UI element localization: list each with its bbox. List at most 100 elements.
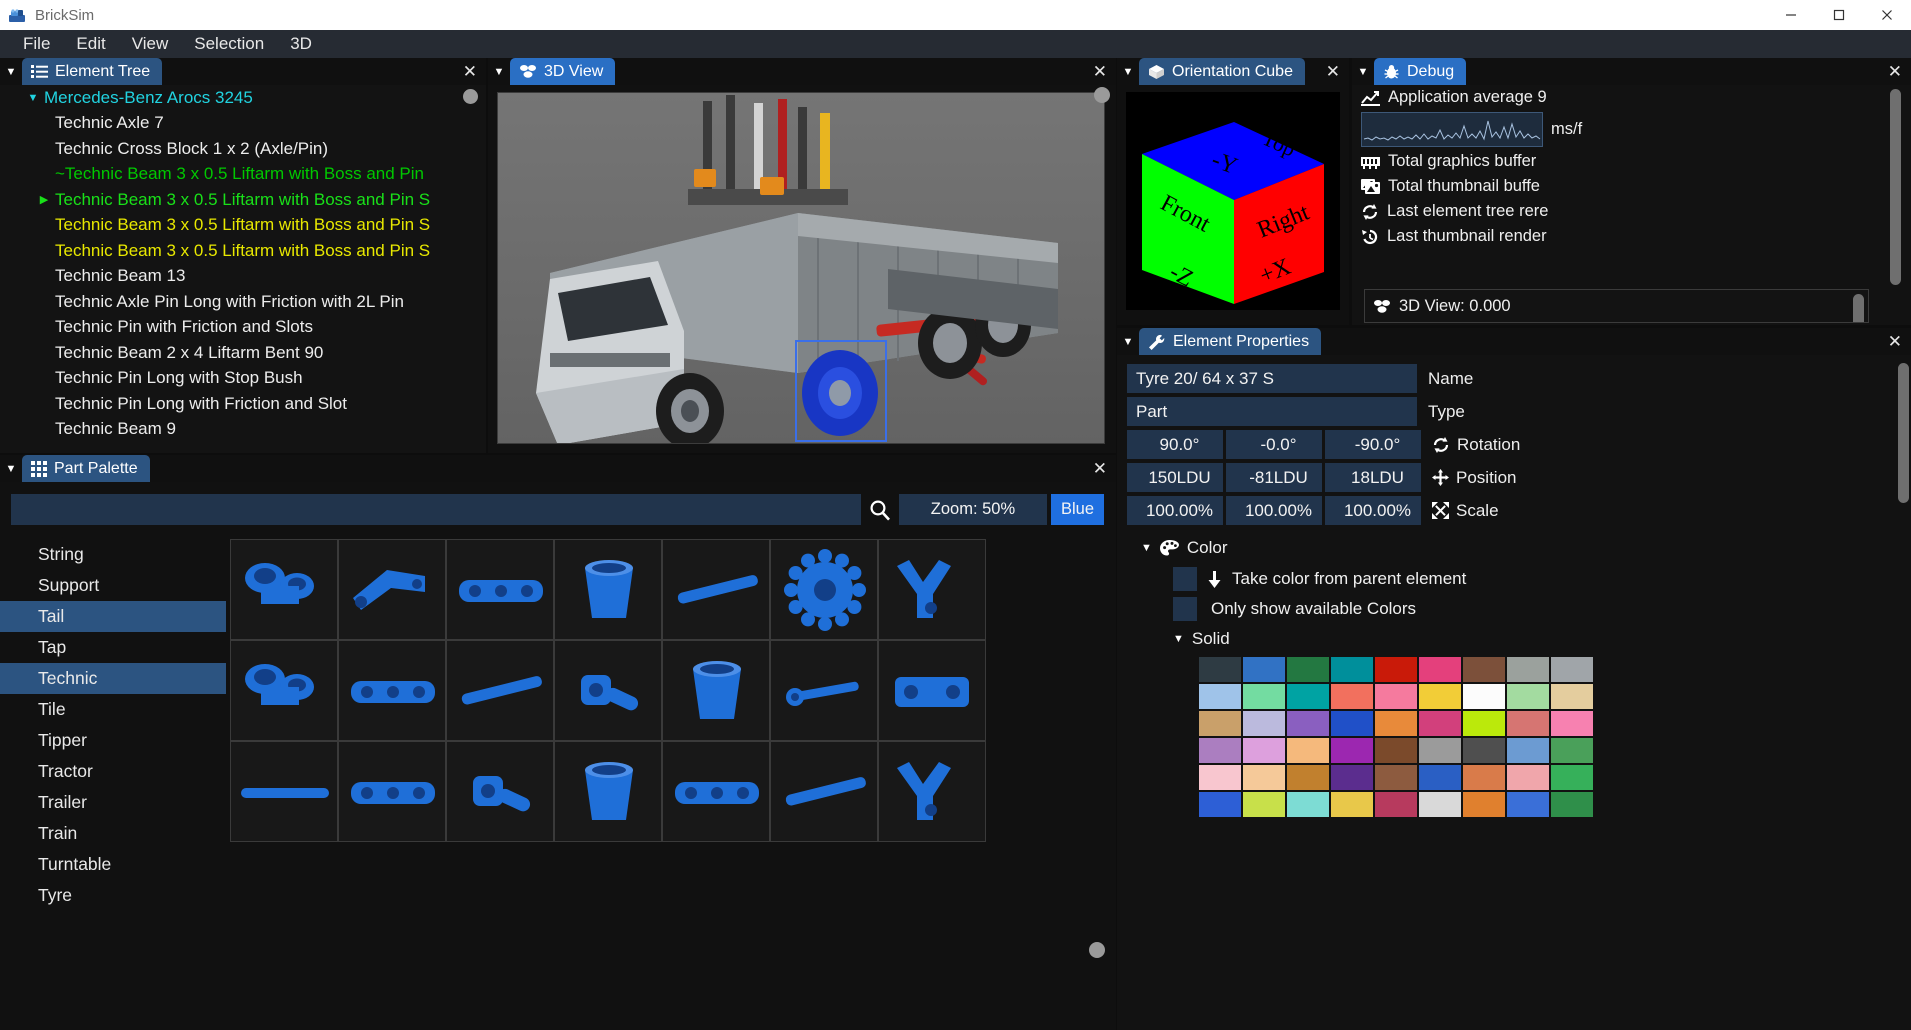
scale-z-field[interactable]: 100.00% — [1325, 496, 1421, 525]
scale-y-field[interactable]: 100.00% — [1226, 496, 1322, 525]
color-swatch[interactable] — [1199, 792, 1241, 817]
color-swatch[interactable] — [1199, 657, 1241, 682]
color-swatch[interactable] — [1507, 738, 1549, 763]
part-thumbnail[interactable] — [446, 539, 554, 640]
color-swatch[interactable] — [1419, 657, 1461, 682]
part-palette-collapse-icon[interactable]: ▼ — [0, 455, 22, 482]
color-section-header[interactable]: ▼ Color — [1127, 538, 1903, 558]
color-swatch[interactable] — [1199, 765, 1241, 790]
position-y-field[interactable]: -81LDU — [1226, 463, 1322, 492]
color-swatch[interactable] — [1419, 711, 1461, 736]
tree-row[interactable]: Technic Cross Block 1 x 2 (Axle/Pin) — [0, 136, 486, 162]
element-tree-body[interactable]: ▼ Mercedes-Benz Arocs 3245 Technic Axle 7T… — [0, 85, 486, 453]
color-swatch[interactable] — [1375, 738, 1417, 763]
color-swatch[interactable] — [1551, 657, 1593, 682]
tree-row[interactable]: Technic Axle Pin Long with Friction with… — [0, 289, 486, 315]
color-button[interactable]: Blue — [1050, 494, 1104, 525]
color-swatch[interactable] — [1551, 765, 1593, 790]
color-swatch[interactable] — [1419, 792, 1461, 817]
view3d-scroll-knob[interactable] — [1094, 87, 1110, 103]
part-thumbnail[interactable] — [770, 640, 878, 741]
part-thumbnail[interactable] — [878, 640, 986, 741]
color-swatch[interactable] — [1287, 792, 1329, 817]
color-swatch[interactable] — [1375, 684, 1417, 709]
element-tree-scroll-knob[interactable] — [463, 89, 478, 104]
part-thumbnail[interactable] — [554, 539, 662, 640]
debug-subpanel-scrollbar[interactable] — [1853, 294, 1864, 322]
color-swatch[interactable] — [1243, 792, 1285, 817]
category-item[interactable]: Tail — [0, 601, 226, 632]
category-item[interactable]: Tile — [0, 694, 226, 725]
type-field[interactable]: Part — [1127, 397, 1417, 426]
color-section-toggle-icon[interactable]: ▼ — [1141, 542, 1152, 554]
take-color-from-parent-checkbox[interactable] — [1173, 567, 1197, 591]
view3d-close-icon[interactable]: ✕ — [1093, 63, 1107, 80]
color-swatch[interactable] — [1551, 792, 1593, 817]
color-swatch[interactable] — [1463, 684, 1505, 709]
close-button[interactable] — [1863, 0, 1911, 30]
element-tree-collapse-icon[interactable]: ▼ — [0, 58, 22, 85]
color-swatch[interactable] — [1331, 765, 1373, 790]
part-thumbnail[interactable] — [662, 741, 770, 842]
minimize-button[interactable] — [1767, 0, 1815, 30]
color-swatch[interactable] — [1331, 738, 1373, 763]
tree-row[interactable]: ~Technic Beam 3 x 0.5 Liftarm with Boss … — [0, 162, 486, 188]
color-swatch[interactable] — [1331, 711, 1373, 736]
tree-row[interactable]: Technic Beam 2 x 4 Liftarm Bent 90 — [0, 340, 486, 366]
maximize-button[interactable] — [1815, 0, 1863, 30]
element-properties-collapse-icon[interactable]: ▼ — [1117, 328, 1139, 355]
color-swatch[interactable] — [1419, 684, 1461, 709]
color-swatch[interactable] — [1331, 657, 1373, 682]
category-item[interactable]: Support — [0, 570, 226, 601]
tree-row[interactable]: Technic Axle 7 — [0, 111, 486, 137]
color-swatch[interactable] — [1551, 711, 1593, 736]
tree-row[interactable]: Technic Pin Long with Stop Bush — [0, 366, 486, 392]
color-swatch[interactable] — [1243, 684, 1285, 709]
color-swatch[interactable] — [1287, 738, 1329, 763]
color-swatch[interactable] — [1507, 765, 1549, 790]
position-z-field[interactable]: 18LDU — [1325, 463, 1421, 492]
part-thumbnail[interactable] — [770, 741, 878, 842]
menu-3d[interactable]: 3D — [277, 31, 325, 57]
menu-file[interactable]: File — [10, 31, 63, 57]
tab-element-tree[interactable]: Element Tree — [22, 58, 163, 85]
tree-row[interactable]: ▶ Technic Beam 3 x 0.5 Liftarm with Boss … — [0, 187, 486, 213]
only-available-colors-checkbox[interactable] — [1173, 597, 1197, 621]
category-item[interactable]: Turntable — [0, 849, 226, 880]
debug-close-icon[interactable]: ✕ — [1888, 63, 1902, 80]
tree-row[interactable]: ▼ Mercedes-Benz Arocs 3245 — [0, 85, 486, 111]
zoom-button[interactable]: Zoom: 50% — [898, 494, 1047, 525]
category-item[interactable]: Tipper — [0, 725, 226, 756]
tree-row[interactable]: Technic Beam 3 x 0.5 Liftarm with Boss a… — [0, 238, 486, 264]
color-swatch[interactable] — [1419, 738, 1461, 763]
solid-section-header[interactable]: ▼ Solid — [1173, 629, 1903, 649]
color-swatch[interactable] — [1199, 684, 1241, 709]
color-swatch[interactable] — [1375, 765, 1417, 790]
only-available-colors-row[interactable]: Only show available Colors — [1173, 597, 1903, 621]
part-thumbnail[interactable] — [554, 640, 662, 741]
tab-debug[interactable]: Debug — [1374, 58, 1467, 85]
category-item[interactable]: Train — [0, 818, 226, 849]
color-swatch[interactable] — [1463, 792, 1505, 817]
part-thumbnail[interactable] — [230, 640, 338, 741]
part-thumbnail[interactable] — [338, 539, 446, 640]
color-swatch[interactable] — [1331, 684, 1373, 709]
color-swatch[interactable] — [1551, 738, 1593, 763]
scale-x-field[interactable]: 100.00% — [1127, 496, 1223, 525]
search-icon[interactable] — [861, 494, 899, 525]
part-thumbnail[interactable] — [662, 539, 770, 640]
view3d-canvas[interactable] — [497, 92, 1105, 444]
category-item[interactable]: Tyre — [0, 880, 226, 911]
tree-row[interactable]: Technic Pin Long with Friction and Slot — [0, 391, 486, 417]
color-swatch[interactable] — [1199, 738, 1241, 763]
menu-edit[interactable]: Edit — [63, 31, 118, 57]
color-swatch[interactable] — [1507, 711, 1549, 736]
category-item[interactable]: Tractor — [0, 756, 226, 787]
color-swatch[interactable] — [1463, 711, 1505, 736]
color-swatch[interactable] — [1551, 684, 1593, 709]
debug-scrollbar[interactable] — [1890, 89, 1901, 285]
take-color-from-parent-row[interactable]: Take color from parent element — [1173, 567, 1903, 591]
category-item[interactable]: String — [0, 539, 226, 570]
part-palette-grid-scroll-knob[interactable] — [1089, 942, 1105, 958]
element-tree-list[interactable]: ▼ Mercedes-Benz Arocs 3245 Technic Axle 7T… — [0, 85, 486, 442]
